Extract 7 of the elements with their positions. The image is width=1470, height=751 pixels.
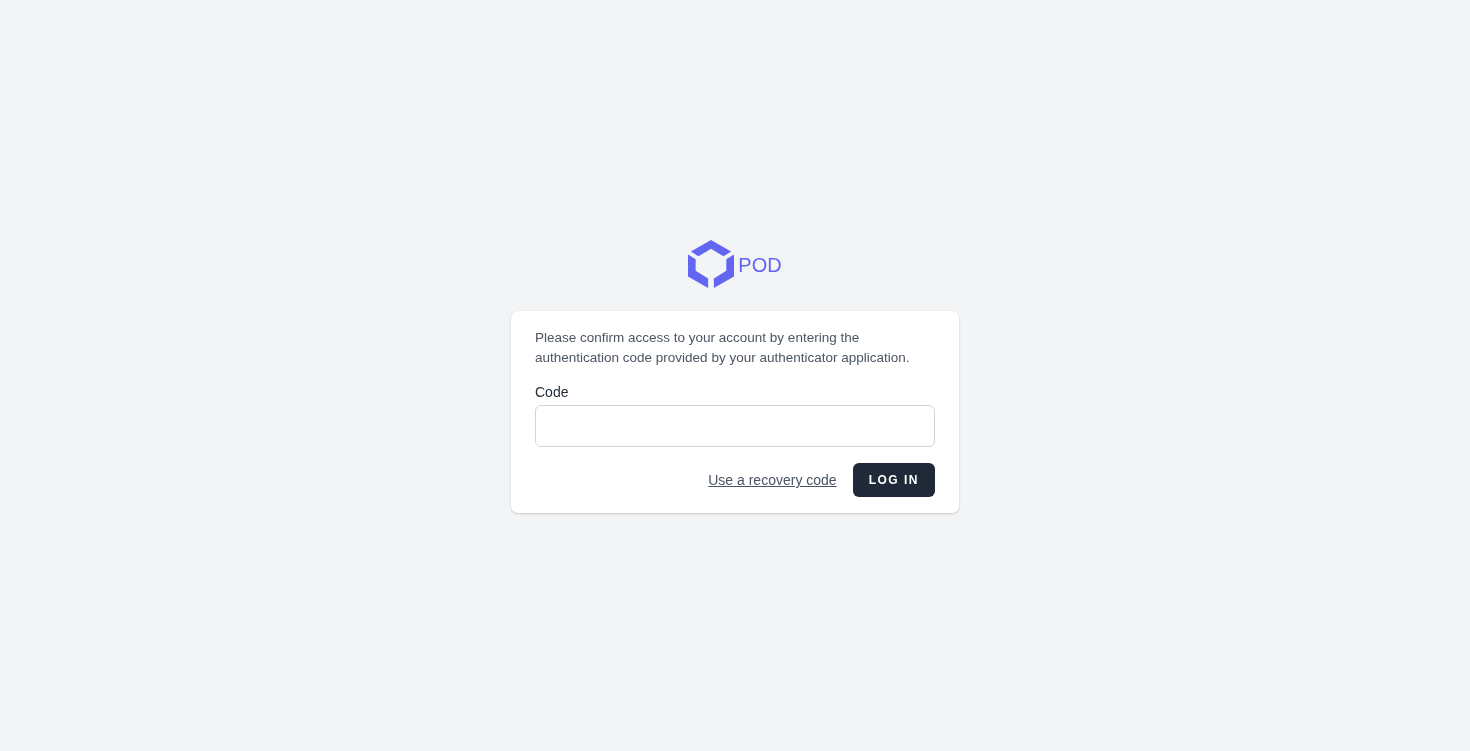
- logo-text: POD: [738, 253, 782, 277]
- code-input[interactable]: [535, 405, 935, 447]
- code-label: Code: [535, 384, 569, 400]
- instruction-text: Please confirm access to your account by entering the authentication code provided by your authenticator application.: [535, 329, 911, 367]
- recovery-code-link[interactable]: Use a recovery code: [708, 472, 837, 488]
- hexagon-logo-icon: [688, 240, 735, 288]
- log-in-button[interactable]: LOG IN: [852, 463, 935, 497]
